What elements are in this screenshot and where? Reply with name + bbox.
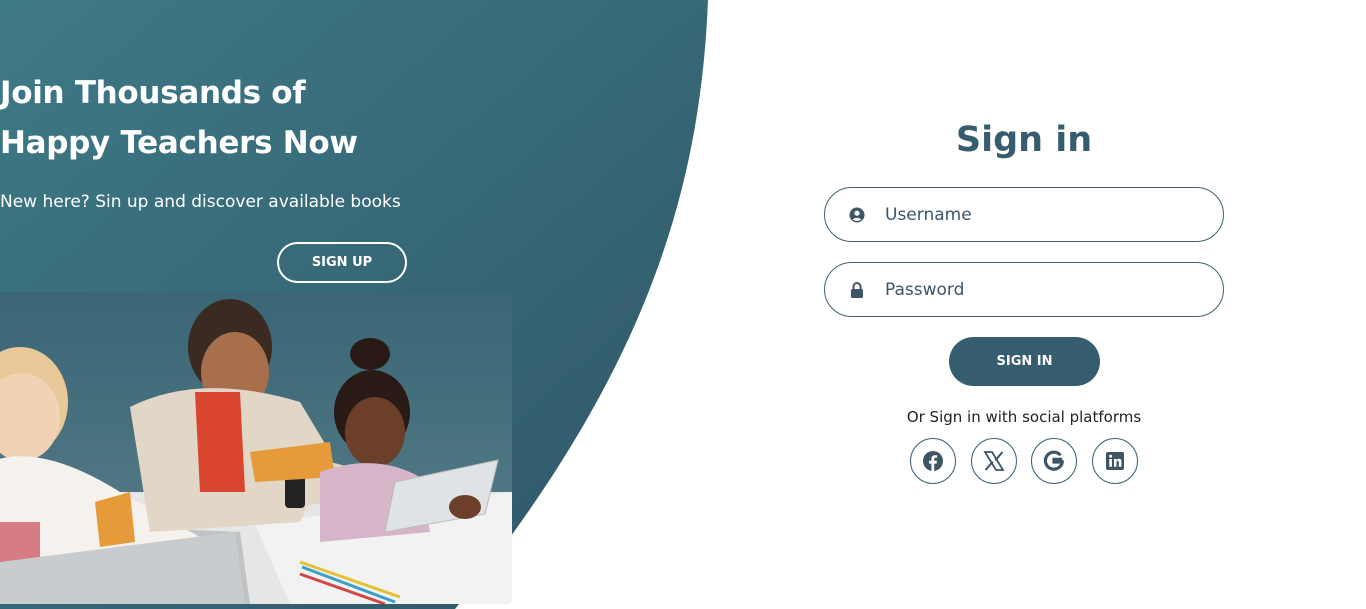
user-icon — [849, 207, 865, 223]
facebook-icon — [923, 451, 943, 471]
sign-in-title: Sign in — [955, 120, 1093, 160]
linkedin-icon — [1106, 452, 1124, 470]
x-icon — [983, 451, 1005, 471]
lock-icon — [849, 281, 865, 298]
hero-subtext: New here? Sin up and discover available … — [0, 192, 401, 212]
hero-headline: Join Thousands of Happy Teachers Now — [0, 68, 684, 168]
hero-headline-line1: Join Thousands of — [0, 75, 306, 111]
sign-in-button[interactable]: SIGN IN — [949, 337, 1100, 386]
google-icon — [1043, 450, 1065, 471]
facebook-button[interactable] — [910, 438, 956, 484]
password-input[interactable] — [883, 278, 1223, 301]
sign-up-button[interactable]: SIGN UP — [277, 242, 407, 283]
linkedin-button[interactable] — [1092, 438, 1138, 484]
teachers-illustration — [0, 292, 512, 604]
password-field[interactable] — [824, 262, 1224, 317]
username-field[interactable] — [824, 187, 1224, 242]
username-input[interactable] — [883, 203, 1223, 226]
social-platforms-text: Or Sign in with social platforms — [906, 408, 1142, 426]
hero-headline-line2: Happy Teachers Now — [0, 125, 358, 161]
google-button[interactable] — [1031, 438, 1077, 484]
x-button[interactable] — [971, 438, 1017, 484]
